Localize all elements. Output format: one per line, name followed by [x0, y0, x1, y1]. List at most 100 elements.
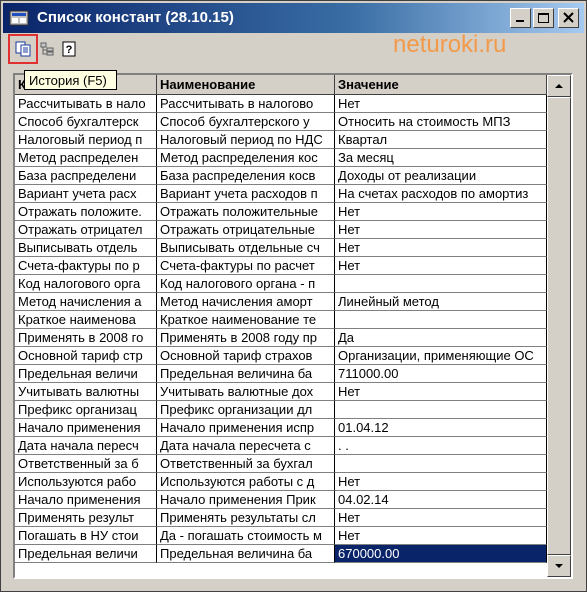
cell-code[interactable]: Префикс организац [15, 401, 157, 419]
help-button[interactable]: ? [59, 39, 79, 59]
cell-value[interactable]: Нет [335, 473, 547, 491]
tree-button[interactable] [37, 39, 57, 59]
cell-value[interactable]: Нет [335, 509, 547, 527]
cell-code[interactable]: Метод начисления а [15, 293, 157, 311]
cell-name[interactable]: Код налогового органа - п [157, 275, 335, 293]
cell-value[interactable]: Нет [335, 527, 547, 545]
cell-value[interactable]: Квартал [335, 131, 547, 149]
cell-name[interactable]: Ответственный за бухгал [157, 455, 335, 473]
cell-value[interactable]: 711000.00 [335, 365, 547, 383]
cell-code[interactable]: Предельная величи [15, 365, 157, 383]
cell-name[interactable]: Начало применения Прик [157, 491, 335, 509]
cell-name[interactable]: Краткое наименование те [157, 311, 335, 329]
maximize-button[interactable] [533, 8, 554, 28]
cell-code[interactable]: Краткое наименова [15, 311, 157, 329]
cell-value[interactable]: Нет [335, 221, 547, 239]
cell-name[interactable]: Дата начала пересчета с [157, 437, 335, 455]
cell-name[interactable]: Метод распределения кос [157, 149, 335, 167]
cell-code[interactable]: Отражать положите. [15, 203, 157, 221]
cell-name[interactable]: Предельная величина ба [157, 545, 335, 563]
cell-value[interactable] [335, 311, 547, 329]
table-row[interactable]: Учитывать валютны Учитывать валютные дох Н… [15, 383, 555, 401]
table-row[interactable]: Дата начала пересч Дата начала пересчета … [15, 437, 555, 455]
cell-name[interactable]: Вариант учета расходов п [157, 185, 335, 203]
cell-code[interactable]: Погашать в НУ стои [15, 527, 157, 545]
cell-name[interactable]: Рассчитывать в налогово [157, 95, 335, 113]
cell-value[interactable]: 670000.00 [335, 545, 547, 563]
title-bar[interactable]: Список констант (28.10.15) [3, 3, 584, 33]
cell-code[interactable]: Способ бухгалтерск [15, 113, 157, 131]
table-row[interactable]: Краткое наименова Краткое наименование те [15, 311, 555, 329]
cell-code[interactable]: Ответственный за б [15, 455, 157, 473]
cell-name[interactable]: Метод начисления аморт [157, 293, 335, 311]
cell-name[interactable]: База распределения косв [157, 167, 335, 185]
column-header-name[interactable]: Наименование [157, 75, 335, 95]
cell-name[interactable]: Счета-фактуры по расчет [157, 257, 335, 275]
cell-name[interactable]: Налоговый период по НДС [157, 131, 335, 149]
table-row[interactable]: Способ бухгалтерск Способ бухгалтерского … [15, 113, 555, 131]
table-row[interactable]: Рассчитывать в нало Рассчитывать в налого… [15, 95, 555, 113]
close-button[interactable] [558, 8, 579, 28]
cell-value[interactable]: Доходы от реализации [335, 167, 547, 185]
cell-value[interactable]: Линейный метод [335, 293, 547, 311]
table-row[interactable]: Налоговый период п Налоговый период по НД… [15, 131, 555, 149]
cell-value[interactable]: Нет [335, 239, 547, 257]
cell-code[interactable]: Учитывать валютны [15, 383, 157, 401]
cell-name[interactable]: Предельная величина ба [157, 365, 335, 383]
cell-value[interactable]: . . [335, 437, 547, 455]
scroll-up-button[interactable] [547, 75, 571, 97]
cell-code[interactable]: Отражать отрицател [15, 221, 157, 239]
cell-code[interactable]: Метод распределен [15, 149, 157, 167]
cell-code[interactable]: Основной тариф стр [15, 347, 157, 365]
cell-code[interactable]: Налоговый период п [15, 131, 157, 149]
table-row[interactable]: Основной тариф стр Основной тариф страхов… [15, 347, 555, 365]
cell-value[interactable] [335, 275, 547, 293]
cell-code[interactable]: Начало применения [15, 491, 157, 509]
cell-value[interactable]: Организации, применяющие ОС [335, 347, 547, 365]
table-row[interactable]: Код налогового орга Код налогового органа… [15, 275, 555, 293]
table-row[interactable]: Начало применения Начало применения Прик 0… [15, 491, 555, 509]
cell-code[interactable]: Счета-фактуры по р [15, 257, 157, 275]
cell-value[interactable]: Относить на стоимость МПЗ [335, 113, 547, 131]
vertical-scrollbar[interactable] [547, 75, 571, 577]
table-row[interactable]: Ответственный за б Ответственный за бухга… [15, 455, 555, 473]
table-row[interactable]: Погашать в НУ стои Да - погашать стоимост… [15, 527, 555, 545]
minimize-button[interactable] [510, 8, 531, 28]
cell-code[interactable]: Выписывать отдель [15, 239, 157, 257]
cell-code[interactable]: Начало применения [15, 419, 157, 437]
cell-code[interactable]: Применять результ [15, 509, 157, 527]
cell-name[interactable]: Применять в 2008 году пр [157, 329, 335, 347]
column-header-value[interactable]: Значение [335, 75, 547, 95]
cell-value[interactable]: На счетах расходов по амортиз [335, 185, 547, 203]
table-row[interactable]: Используются рабо Используются работы с д… [15, 473, 555, 491]
constants-table[interactable]: К Наименование Значение Рассчитывать в н… [13, 73, 573, 579]
cell-name[interactable]: Используются работы с д [157, 473, 335, 491]
cell-name[interactable]: Начало применения испр [157, 419, 335, 437]
cell-code[interactable]: Код налогового орга [15, 275, 157, 293]
cell-value[interactable]: Да [335, 329, 547, 347]
cell-value[interactable]: 01.04.12 [335, 419, 547, 437]
cell-value[interactable]: Нет [335, 383, 547, 401]
cell-name[interactable]: Отражать положительные [157, 203, 335, 221]
cell-value[interactable]: За месяц [335, 149, 547, 167]
cell-code[interactable]: Применять в 2008 го [15, 329, 157, 347]
cell-code[interactable]: Предельная величи [15, 545, 157, 563]
table-row[interactable]: Начало применения Начало применения испр 0… [15, 419, 555, 437]
cell-name[interactable]: Выписывать отдельные сч [157, 239, 335, 257]
cell-code[interactable]: База распределени [15, 167, 157, 185]
cell-code[interactable]: Вариант учета расх [15, 185, 157, 203]
cell-value[interactable]: Нет [335, 95, 547, 113]
table-row[interactable]: Отражать отрицател Отражать отрицательные… [15, 221, 555, 239]
table-row[interactable]: Применять в 2008 го Применять в 2008 году… [15, 329, 555, 347]
cell-value[interactable]: Нет [335, 203, 547, 221]
cell-name[interactable]: Отражать отрицательные [157, 221, 335, 239]
cell-code[interactable]: Рассчитывать в нало [15, 95, 157, 113]
table-row[interactable]: Применять результ Применять результаты сл… [15, 509, 555, 527]
cell-value[interactable] [335, 401, 547, 419]
scroll-down-button[interactable] [547, 555, 571, 577]
cell-name[interactable]: Да - погашать стоимость м [157, 527, 335, 545]
table-row[interactable]: Предельная величи Предельная величина ба 7… [15, 365, 555, 383]
cell-code[interactable]: Дата начала пересч [15, 437, 157, 455]
history-button[interactable] [8, 34, 38, 64]
table-row[interactable]: Выписывать отдель Выписывать отдельные сч… [15, 239, 555, 257]
